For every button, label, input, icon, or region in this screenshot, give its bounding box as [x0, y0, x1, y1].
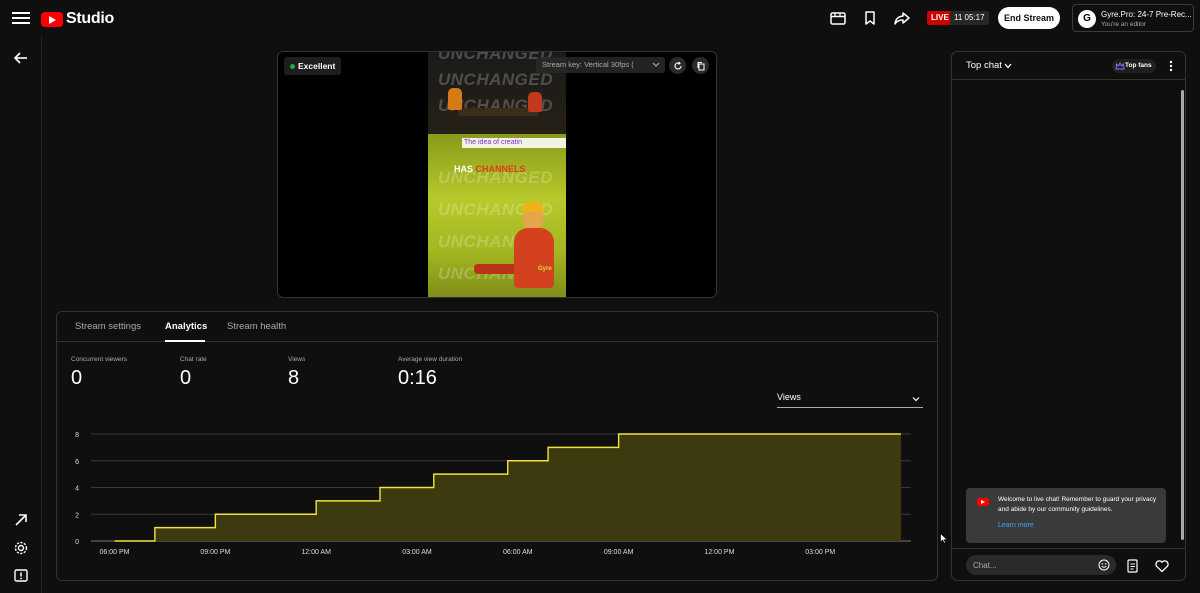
video-headline: HAS CHANNELS: [454, 164, 526, 174]
end-stream-button[interactable]: End Stream: [998, 7, 1060, 29]
chevron-down-icon: [1004, 63, 1012, 68]
arrow-up-right-icon[interactable]: [12, 511, 30, 529]
stream-preview: Excellent UNCHANGED UNCHANGED UNCHANGED …: [277, 51, 717, 298]
account-name: Gyre.Pro: 24-7 Pre-Rec...: [1101, 10, 1192, 19]
metric-dropdown-value: Views: [777, 392, 801, 402]
x-tick-label: 12:00 AM: [301, 549, 331, 556]
more-vert-icon[interactable]: [1166, 59, 1176, 73]
metric-value: 0:16: [398, 367, 437, 389]
brand-tag: Gyre: [538, 266, 552, 272]
top-bar: Studio LIVE 11 05:17 End Stream G Gyre.P…: [0, 0, 1200, 36]
metric-value: 8: [288, 367, 300, 389]
video-table: [458, 108, 538, 116]
y-tick-label: 2: [75, 512, 79, 519]
metric-label: Concurrent viewers: [71, 356, 127, 363]
connection-quality-label: Excellent: [298, 61, 336, 71]
active-tab-indicator: [165, 340, 205, 342]
video-person: [528, 92, 542, 112]
clapperboard-icon[interactable]: [829, 9, 847, 27]
tab-analytics[interactable]: Analytics: [165, 321, 207, 332]
metric-value: 0: [180, 367, 192, 389]
video-person: [448, 88, 462, 110]
metric-label: Views: [288, 356, 306, 363]
live-badge: LIVE: [927, 11, 953, 25]
welcome-message: Welcome to live chat! Remember to guard …: [998, 496, 1157, 513]
app-name: Studio: [66, 10, 114, 27]
video-frame: UNCHANGED UNCHANGED UNCHANGED UNCHANGED …: [428, 52, 566, 297]
refresh-icon: [674, 61, 682, 70]
avatar: G: [1078, 10, 1096, 28]
chat-input[interactable]: [966, 555, 1094, 575]
chat-footer: [952, 548, 1185, 580]
hamburger-icon[interactable]: [12, 9, 30, 27]
views-chart: 0 2 4 6 8 06:00 PM 09:00 PM 12:00 AM 03:00 AM 06:…: [75, 432, 911, 556]
connection-quality-badge: Excellent: [284, 57, 342, 75]
y-tick-label: 6: [75, 459, 79, 466]
watermark-text: UNCHANGED: [438, 70, 553, 89]
live-timer: 11 05:17: [950, 11, 989, 25]
y-tick-label: 8: [75, 432, 79, 439]
crown-icon: [1115, 61, 1125, 69]
top-fans-label: Top fans: [1125, 62, 1152, 69]
youtube-logo-icon: [977, 498, 989, 506]
y-tick-label: 0: [75, 539, 79, 546]
refresh-button[interactable]: [669, 57, 686, 74]
chat-scrollbar[interactable]: [1181, 90, 1184, 540]
account-switcher[interactable]: G Gyre.Pro: 24-7 Pre-Rec... You're an ed…: [1072, 4, 1194, 32]
status-dot-icon: [290, 63, 295, 69]
x-tick-label: 06:00 AM: [503, 549, 533, 556]
metric-dropdown[interactable]: Views: [777, 392, 923, 408]
gear-icon[interactable]: [12, 539, 30, 557]
copy-button[interactable]: [692, 57, 709, 74]
chat-title: Top chat: [966, 60, 1002, 71]
tab-bar: Stream settings Analytics Stream health: [57, 312, 937, 342]
x-tick-label: 09:00 AM: [604, 549, 634, 556]
copy-icon: [697, 61, 704, 70]
metric-label: Chat rate: [180, 356, 207, 363]
chat-header: Top chat Top fans: [952, 52, 1185, 80]
x-tick-label: 03:00 AM: [402, 549, 432, 556]
analytics-panel: Stream settings Analytics Stream health …: [56, 311, 938, 581]
tab-stream-settings[interactable]: Stream settings: [75, 321, 141, 332]
chat-mode-select[interactable]: Top chat: [966, 60, 1014, 71]
chevron-down-icon: [912, 397, 920, 402]
x-tick-label: 09:00 PM: [200, 549, 230, 556]
product-icon[interactable]: [1125, 558, 1141, 574]
learn-more-link[interactable]: Learn more: [998, 522, 1034, 529]
video-caption: The idea of creatin: [462, 138, 566, 148]
chevron-down-icon: [652, 62, 660, 67]
youtube-logo-icon: [41, 11, 63, 27]
x-tick-label: 03:00 PM: [805, 549, 835, 556]
stream-key-label: Stream key: Vertical 30fps (: [542, 60, 634, 69]
tab-stream-health[interactable]: Stream health: [227, 321, 286, 332]
heart-icon[interactable]: [1154, 558, 1170, 574]
top-fans-button[interactable]: Top fans: [1112, 59, 1156, 73]
share-icon[interactable]: [893, 9, 911, 27]
metric-label: Average view duration: [398, 356, 463, 363]
chat-welcome-banner: Welcome to live chat! Remember to guard …: [966, 488, 1166, 543]
metric-value: 0: [71, 367, 83, 389]
chat-input-wrapper: [966, 555, 1116, 575]
feedback-icon[interactable]: [12, 567, 30, 585]
left-rail: [0, 36, 42, 593]
video-person: [514, 228, 554, 288]
y-tick-label: 4: [75, 486, 79, 493]
bookmark-icon[interactable]: [861, 9, 879, 27]
mouse-cursor-icon: [940, 533, 948, 544]
studio-logo[interactable]: Studio: [41, 10, 114, 28]
emoji-icon[interactable]: [1098, 559, 1110, 571]
x-tick-label: 06:00 PM: [100, 549, 130, 556]
stream-key-select[interactable]: Stream key: Vertical 30fps (: [536, 57, 665, 73]
arrow-left-icon[interactable]: [12, 49, 30, 67]
x-tick-label: 12:00 PM: [704, 549, 734, 556]
account-role: You're an editor: [1101, 21, 1147, 28]
live-chat-panel: Top chat Top fans Welcome to live chat! …: [951, 51, 1186, 581]
